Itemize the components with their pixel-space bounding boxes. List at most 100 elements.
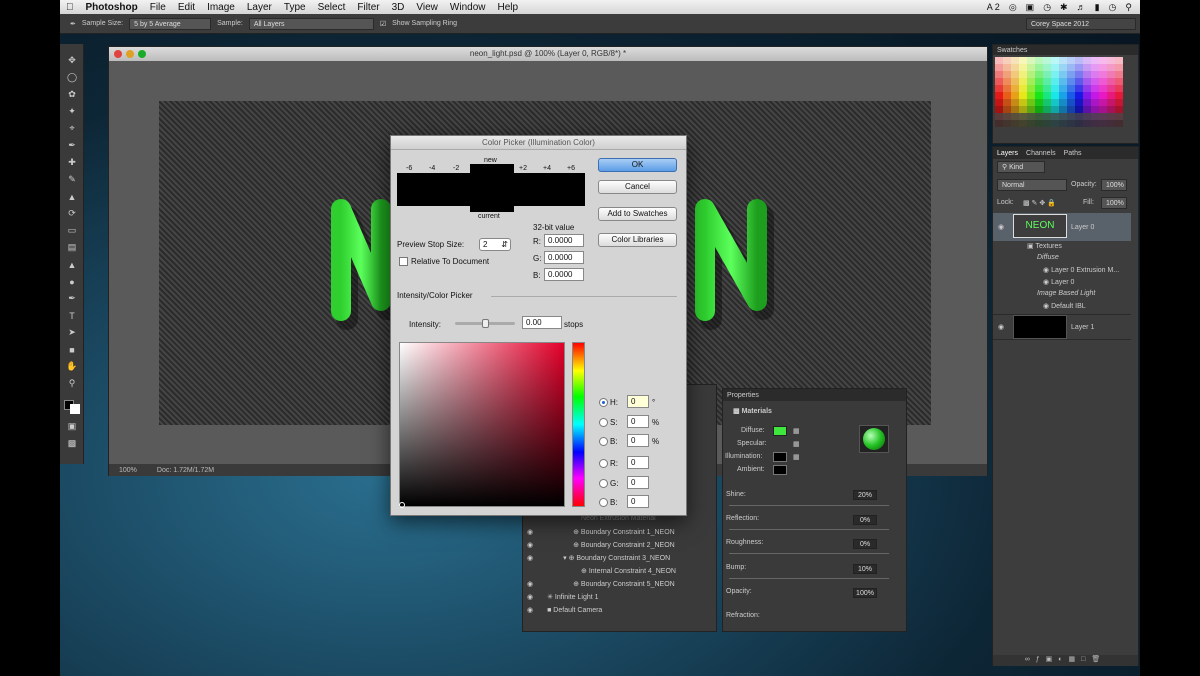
visibility-eye-icon[interactable]: ◉	[1043, 279, 1051, 286]
swatch-cell[interactable]	[1003, 71, 1011, 78]
swatch-cell[interactable]	[1067, 85, 1075, 92]
swatch-cell[interactable]	[1019, 99, 1027, 106]
swatch-cell[interactable]	[1011, 99, 1019, 106]
swatch-cell[interactable]	[1051, 106, 1059, 113]
dodge-tool-icon[interactable]: ●	[60, 273, 84, 290]
swatch-cell[interactable]	[1043, 106, 1051, 113]
swatch-cell[interactable]	[1091, 92, 1099, 99]
workspace-select[interactable]: Corey Space 2012	[1026, 17, 1136, 30]
layer-opacity-input[interactable]: 100%	[1101, 179, 1127, 191]
swatch-cell[interactable]	[1115, 120, 1123, 127]
swatch-cell[interactable]	[1035, 71, 1043, 78]
brightness-radio[interactable]	[599, 437, 608, 446]
swatch-cell[interactable]	[1043, 99, 1051, 106]
swatch-cell[interactable]	[1091, 78, 1099, 85]
swatch-cell[interactable]	[1043, 57, 1051, 64]
swatch-cell[interactable]	[1115, 78, 1123, 85]
swatch-cell[interactable]	[995, 57, 1003, 64]
swatch-cell[interactable]	[1075, 64, 1083, 71]
swatch-cell[interactable]	[1003, 57, 1011, 64]
swatch-cell[interactable]	[1099, 57, 1107, 64]
add-to-swatches-button[interactable]: Add to Swatches	[598, 207, 677, 221]
tab-channels[interactable]: Channels	[1026, 150, 1056, 157]
swatch-cell[interactable]	[1011, 64, 1019, 71]
swatch-cell[interactable]	[1059, 57, 1067, 64]
shape-tool-icon[interactable]: ■	[60, 341, 84, 358]
default-ibl-row[interactable]: ◉ Default IBL	[1043, 302, 1188, 310]
tree-row[interactable]: ◉ ⊕ Boundary Constraint 5_NEON	[523, 580, 716, 588]
bit-r-input[interactable]: 0.0000	[544, 234, 584, 247]
path-select-icon[interactable]: ➤	[60, 324, 84, 341]
swatch-cell[interactable]	[1035, 92, 1043, 99]
swatch-cell[interactable]	[1051, 99, 1059, 106]
bit-b-input[interactable]: 0.0000	[544, 268, 584, 281]
swatch-cell[interactable]	[995, 64, 1003, 71]
visibility-eye-icon[interactable]: ◉	[1043, 303, 1051, 310]
hue-input[interactable]: 0	[627, 395, 649, 408]
swatch-cell[interactable]	[1083, 106, 1091, 113]
swatch-cell[interactable]	[1051, 57, 1059, 64]
swatch-cell[interactable]	[1107, 92, 1115, 99]
green-radio[interactable]	[599, 479, 608, 488]
swatch-cell[interactable]	[1115, 71, 1123, 78]
diffuse-row[interactable]: Diffuse	[1037, 254, 1182, 261]
swatch-cell[interactable]	[1011, 120, 1019, 127]
swatch-cell[interactable]	[1107, 106, 1115, 113]
healing-brush-icon[interactable]: ✚	[60, 154, 84, 171]
swatch-cell[interactable]	[1051, 64, 1059, 71]
bump-value[interactable]: 10%	[853, 564, 877, 574]
swatches-tab[interactable]: Swatches	[993, 45, 1138, 55]
bluetooth-icon[interactable]: ✱	[1060, 2, 1068, 13]
saturation-input[interactable]: 0	[627, 415, 649, 428]
sample-select[interactable]: All Layers	[248, 17, 374, 30]
folder-icon[interactable]: ▦	[793, 427, 800, 435]
swatch-cell[interactable]	[1003, 106, 1011, 113]
swatch-cell[interactable]	[1115, 57, 1123, 64]
adobe-status-icon[interactable]: A 2	[987, 2, 1000, 12]
swatch-cell[interactable]	[1027, 106, 1035, 113]
swatch-cell[interactable]	[1027, 99, 1035, 106]
document-title-bar[interactable]: neon_light.psd @ 100% (Layer 0, RGB/8*) …	[109, 47, 987, 61]
swatch-cell[interactable]	[1099, 78, 1107, 85]
swatch-cell[interactable]	[1027, 92, 1035, 99]
zoom-window-icon[interactable]	[138, 50, 146, 58]
eraser-tool-icon[interactable]: ▭	[60, 222, 84, 239]
layer1-thumbnail[interactable]	[1013, 315, 1067, 339]
hue-radio[interactable]	[599, 398, 608, 407]
reflection-value[interactable]: 0%	[853, 515, 877, 525]
layers-footer-icons[interactable]: ∞ƒ▣◐▦□🗑	[993, 655, 1138, 666]
doc-size[interactable]: Doc: 1.72M/1.72M	[157, 467, 214, 474]
swatch-cell[interactable]	[1107, 113, 1115, 120]
swatch-cell[interactable]	[995, 99, 1003, 106]
swatch-cell[interactable]	[1043, 113, 1051, 120]
swatch-cell[interactable]	[1051, 92, 1059, 99]
swatch-cell[interactable]	[1091, 85, 1099, 92]
swatch-cell[interactable]	[1099, 71, 1107, 78]
layer1-name[interactable]: Layer 1	[1071, 324, 1121, 331]
swatch-cell[interactable]	[1091, 113, 1099, 120]
sample-size-select[interactable]: 5 by 5 Average	[129, 17, 212, 30]
layer-filter-select[interactable]: ⚲ Kind	[997, 161, 1045, 173]
tree-row[interactable]: ◉ ⊕ Boundary Constraint 2_NEON	[523, 541, 716, 549]
swatch-cell[interactable]	[1083, 92, 1091, 99]
minimize-window-icon[interactable]	[126, 50, 134, 58]
hand-tool-icon[interactable]: ✋	[60, 358, 84, 375]
shine-value[interactable]: 20%	[853, 490, 877, 500]
swatch-cell[interactable]	[1043, 64, 1051, 71]
swatch-cell[interactable]	[1019, 78, 1027, 85]
menu-help[interactable]: Help	[491, 2, 524, 13]
visibility-eye-icon[interactable]: ◉	[527, 594, 533, 601]
timemachine-icon[interactable]: ◷	[1043, 2, 1051, 13]
type-tool-icon[interactable]: T	[60, 307, 84, 324]
lasso-tool-icon[interactable]: ✿	[60, 86, 84, 103]
quick-mask-icon[interactable]: ▣	[60, 418, 84, 435]
shine-slider[interactable]	[729, 505, 889, 506]
swatch-cell[interactable]	[1027, 85, 1035, 92]
swatch-cell[interactable]	[1075, 120, 1083, 127]
menu-3d[interactable]: 3D	[386, 2, 411, 13]
swatch-cell[interactable]	[995, 106, 1003, 113]
tree-row[interactable]: Neon Extrusion Material	[523, 515, 716, 522]
swatch-grid[interactable]	[995, 57, 1125, 131]
blue-input[interactable]: 0	[627, 495, 649, 508]
tree-row[interactable]: ⊕ Internal Constraint 4_NEON	[523, 567, 716, 575]
